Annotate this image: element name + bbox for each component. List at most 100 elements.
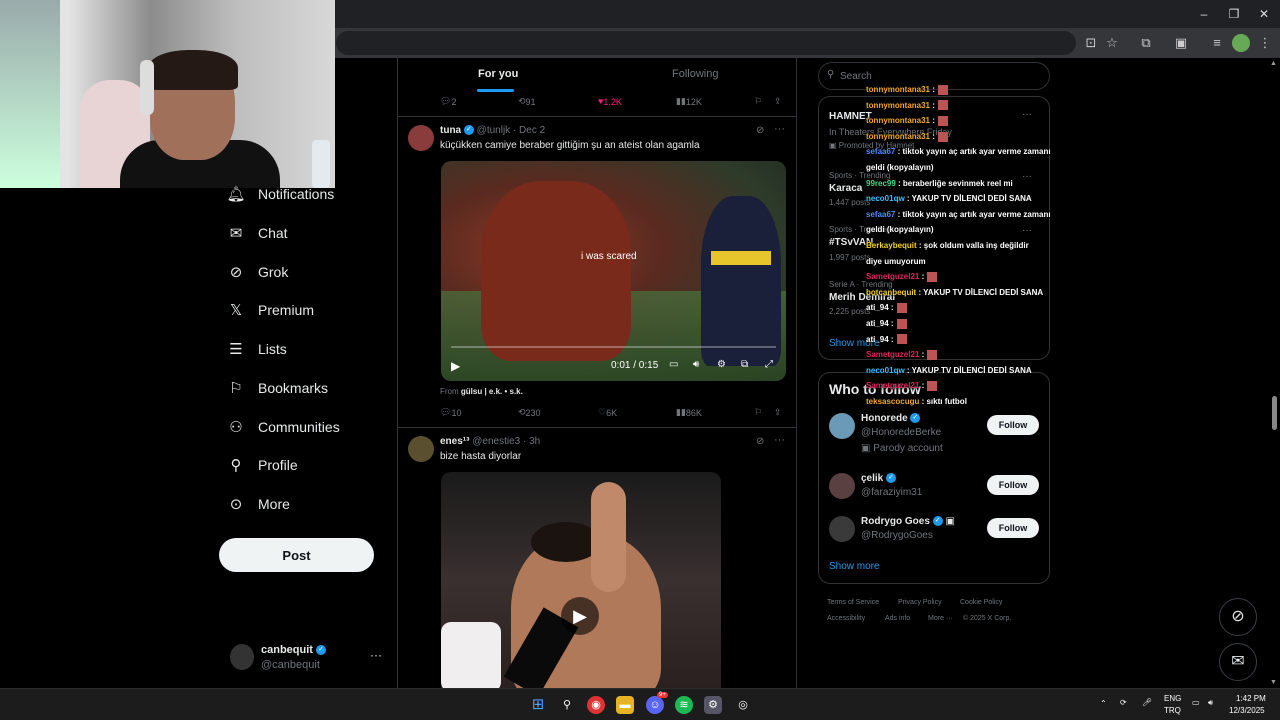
footer-link[interactable]: More ··· (928, 615, 953, 622)
windows-taskbar: ⊞ ⚲ ◉ ▬ ☺ 9+ ≋ ⚙ ◎ ⌃ ⟳ 🎤︎ ENG TRQ ▭ 🔊︎ 1… (0, 688, 1280, 720)
footer-link[interactable]: Ads info (885, 615, 910, 622)
more-dots-icon[interactable]: ··· (774, 123, 785, 135)
follow-suggestion[interactable]: Honorede ✓ @HonoredeBerke ▣ Parody accou… (829, 413, 1044, 454)
discord-icon[interactable]: ☺ (646, 696, 664, 714)
pip-icon[interactable]: ⧉ (741, 359, 748, 370)
bookmark-icon[interactable]: ⚐ (754, 96, 762, 107)
grok-fab-icon[interactable]: ⊘ (1219, 598, 1257, 636)
follow-button[interactable]: Follow (987, 518, 1039, 538)
repost-button[interactable]: ⟲ 230 (518, 407, 541, 418)
profile-avatar-icon[interactable] (1232, 34, 1250, 52)
search-icon[interactable]: ⚲ (558, 696, 576, 714)
scroll-down-icon[interactable]: ▼ (1270, 679, 1277, 686)
more-dots-icon[interactable]: ··· (370, 648, 382, 662)
tab-for-you[interactable]: For you (478, 68, 518, 80)
settings-icon[interactable]: ⚙ (717, 359, 726, 370)
nav-chat[interactable]: ✉ Chat (226, 219, 288, 247)
address-bar[interactable] (336, 31, 1076, 55)
views-button[interactable]: ▮▮ 86K (676, 407, 702, 418)
scroll-up-icon[interactable]: ▲ (1270, 60, 1277, 67)
nav-label: More (258, 496, 290, 512)
obs-icon[interactable]: ◎ (734, 696, 752, 714)
play-icon[interactable]: ▶ (451, 359, 460, 373)
language-top[interactable]: ENG (1164, 694, 1181, 703)
follow-suggestion[interactable]: çelik ✓ @faraziyim31 Follow (829, 473, 1044, 513)
follow-button[interactable]: Follow (987, 415, 1039, 435)
grok-icon[interactable]: ⊘ (756, 125, 764, 136)
nav-lists[interactable]: ☰ Lists (226, 335, 287, 363)
follow-suggestion[interactable]: Rodrygo Goes ✓ ▣ @RodrygoGoes Follow (829, 516, 1044, 556)
account-switcher[interactable]: canbequit ✓ @canbequit ··· (230, 642, 390, 678)
nav-premium[interactable]: 𝕏 Premium (226, 296, 314, 324)
clock-date[interactable]: 12/3/2025 (1229, 706, 1265, 715)
emote-icon (937, 84, 948, 95)
reply-button[interactable]: 💬︎ 10 (440, 407, 461, 418)
like-button[interactable]: ♡ 6K (598, 407, 617, 418)
windows-start-icon[interactable]: ⊞ (529, 696, 547, 714)
tweet-author[interactable]: enes¹³ (440, 436, 469, 447)
nav-profile[interactable]: ⚲ Profile (226, 451, 298, 479)
fullscreen-icon[interactable]: ⤢ (765, 359, 773, 370)
like-button[interactable]: ♥ 1.2K (598, 96, 622, 107)
language-bottom[interactable]: TRQ (1164, 706, 1181, 715)
video-progress-bar[interactable] (451, 346, 776, 348)
chrome-icon[interactable]: ◉ (587, 696, 605, 714)
messages-fab-icon[interactable]: ✉ (1219, 643, 1257, 681)
avatar[interactable] (408, 436, 434, 462)
volume-icon[interactable]: 🔊︎ (693, 359, 699, 370)
video-player[interactable]: ▶ (441, 472, 721, 688)
more-dots-icon[interactable]: ··· (1022, 225, 1032, 236)
post-button[interactable]: Post (219, 538, 374, 572)
video-player[interactable]: i was scared ▶ 0:01 / 0:15 ▭ 🔊︎ ⚙ ⧉ ⤢ (441, 161, 786, 381)
mic-icon[interactable]: 🎤︎ (1142, 698, 1152, 707)
nav-communities[interactable]: ⚇ Communities (226, 413, 339, 441)
share-icon[interactable]: ⇪ (774, 96, 782, 107)
sync-icon[interactable]: ⟳ (1120, 698, 1127, 707)
nav-more[interactable]: ⊙ More (226, 490, 290, 518)
sidepanel-icon[interactable]: ▣ (1172, 34, 1190, 52)
nav-bookmarks[interactable]: ⚐ Bookmarks (226, 374, 328, 402)
play-icon[interactable]: ▶ (561, 597, 599, 635)
footer-link[interactable]: Terms of Service (827, 599, 879, 606)
clock-time[interactable]: 1:42 PM (1236, 694, 1266, 703)
browser-menu-icon[interactable]: ⋮ (1256, 34, 1274, 52)
more-dots-icon[interactable]: ··· (1022, 171, 1032, 182)
tab-following[interactable]: Following (672, 68, 718, 80)
share-icon[interactable]: ⇪ (774, 407, 782, 418)
footer-link[interactable]: Privacy Policy (898, 599, 942, 606)
follow-button[interactable]: Follow (987, 475, 1039, 495)
network-icon[interactable]: ▭ (1192, 698, 1200, 707)
scrollbar-thumb[interactable] (1272, 396, 1277, 430)
grok-icon[interactable]: ⊘ (756, 436, 764, 447)
reply-button[interactable]: 💬︎ 2 (440, 96, 456, 107)
tweet-author[interactable]: tuna (440, 125, 461, 136)
install-icon[interactable]: ⊡ (1082, 34, 1100, 52)
footer-link[interactable]: Accessibility (827, 615, 865, 622)
extensions-icon[interactable]: ⧉ (1137, 34, 1155, 52)
video-source[interactable]: From gülsu | e.k. • s.k. (440, 387, 523, 396)
chat-username: botcanbequit (866, 287, 917, 297)
close-icon[interactable]: ✕ (1256, 6, 1272, 22)
settings-icon[interactable]: ⚙ (704, 696, 722, 714)
spotify-icon[interactable]: ≋ (675, 696, 693, 714)
captions-icon[interactable]: ▭ (669, 359, 678, 370)
repost-button[interactable]: ⟲ 91 (518, 96, 536, 107)
views-button[interactable]: ▮▮ 12K (676, 96, 702, 107)
file-explorer-icon[interactable]: ▬ (616, 696, 634, 714)
more-dots-icon[interactable]: ··· (774, 434, 785, 446)
bookmark-icon[interactable]: ⚐ (754, 407, 762, 418)
show-more-link[interactable]: Show more (829, 561, 880, 572)
media-icon[interactable]: ≡ (1208, 34, 1226, 52)
nav-notifications[interactable]: 🔔︎ Notifications (226, 180, 334, 208)
nav-grok[interactable]: ⊘ Grok (226, 258, 289, 286)
bookmark-star-icon[interactable]: ☆ (1103, 34, 1121, 52)
tray-chevron-icon[interactable]: ⌃ (1100, 699, 1107, 708)
trend-title[interactable]: Karaca (829, 183, 862, 194)
more-dots-icon[interactable]: ··· (1022, 109, 1032, 120)
minimize-icon[interactable]: – (1196, 6, 1212, 22)
avatar[interactable] (408, 125, 434, 151)
footer-link[interactable]: Cookie Policy (960, 599, 1002, 606)
volume-icon[interactable]: 🔊︎ (1208, 698, 1213, 708)
nav-label: Notifications (258, 186, 335, 202)
restore-icon[interactable]: ❐ (1226, 6, 1242, 22)
